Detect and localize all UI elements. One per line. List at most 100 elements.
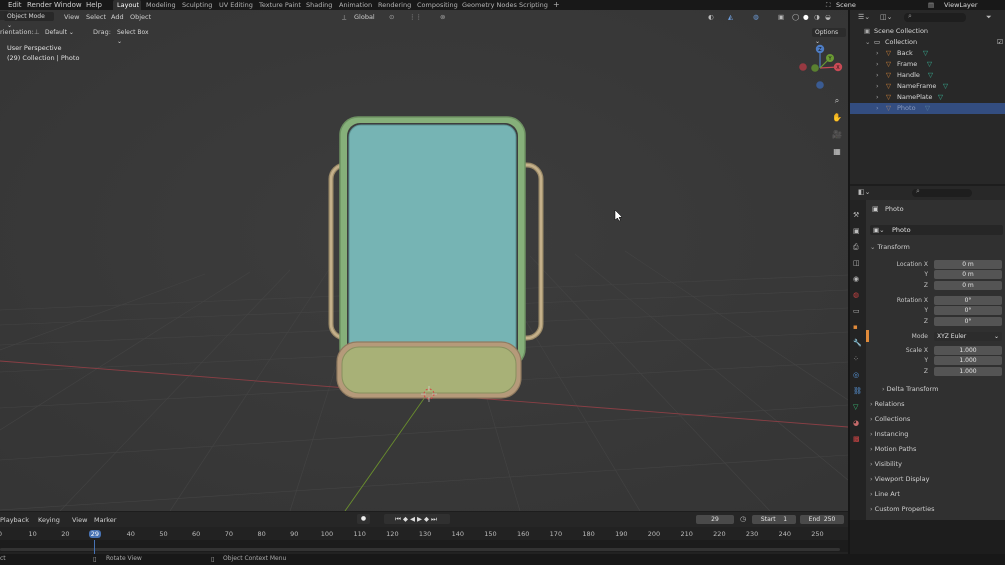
expand-chevron-icon[interactable]: › [876,70,879,81]
menu-view-timeline[interactable]: View [72,516,87,524]
view-layer-name[interactable]: ViewLayer [944,0,978,10]
expand-chevron-icon[interactable]: › [876,92,879,103]
rotation-z-field[interactable]: 0° [934,317,1002,326]
scale-x-field[interactable]: 1.000 [934,346,1002,355]
outliner-row-scene-collection[interactable]: ▣ Scene Collection [850,26,1005,37]
tab-layout[interactable]: Layout [117,0,139,10]
play-reverse-icon[interactable]: ◀ [410,515,417,523]
menu-render[interactable]: Render [27,0,52,10]
tab-compositing[interactable]: Compositing [417,0,458,10]
rotation-mode-dropdown[interactable]: XYZ Euler ⌄ [934,332,1002,341]
orientation-dropdown[interactable]: Default ⌄ [42,28,88,37]
tab-rendering[interactable]: Rendering [378,0,411,10]
modifier-tab-icon[interactable]: 🔧 [853,335,862,351]
zoom-icon[interactable]: ⌕ [830,92,844,109]
overlay-toggle-icon[interactable]: ◍ [753,12,759,22]
line-art-panel[interactable]: › Line Art [870,488,1003,501]
tab-modeling[interactable]: Modeling [146,0,176,10]
menu-edit[interactable]: Edit [8,0,22,10]
menu-keying[interactable]: Keying [38,516,60,524]
viewport-display-panel[interactable]: › Viewport Display [870,473,1003,486]
add-workspace-plus-icon[interactable]: + [553,0,560,10]
rendered-shading-icon[interactable]: ◒ [825,12,831,22]
wireframe-shading-icon[interactable]: ◯ [792,12,799,22]
scene-tab-icon[interactable]: ◉ [853,271,862,287]
particles-tab-icon[interactable]: ⁘ [853,351,862,367]
texture-tab-icon[interactable]: ▩ [853,431,862,447]
rotation-x-field[interactable]: 0° [934,296,1002,305]
menu-playback[interactable]: Playback [0,516,29,524]
expand-chevron-icon[interactable]: › [876,103,879,114]
location-y-field[interactable]: 0 m [934,270,1002,279]
scale-z-field[interactable]: 1.000 [934,367,1002,376]
scene-name[interactable]: Scene [836,0,856,10]
properties-editor-icon[interactable]: ◧⌄ [858,188,870,196]
visibility-panel[interactable]: › Visibility [870,458,1003,471]
tab-uv-editing[interactable]: UV Editing [219,0,253,10]
outliner-row-nameframe[interactable]: › ▽ NameFrame ▽ [850,81,1005,92]
data-tab-icon[interactable]: ▽ [853,399,862,415]
material-tab-icon[interactable]: ◕ [853,415,862,431]
menu-add[interactable]: Add [111,12,124,22]
expand-chevron-icon[interactable]: › [876,59,879,70]
tab-animation[interactable]: Animation [339,0,372,10]
expand-chevron-icon[interactable]: › [876,48,879,59]
tab-texture-paint[interactable]: Texture Paint [259,0,301,10]
display-mode-icon[interactable]: ◫⌄ [880,13,892,21]
collection-checkbox[interactable]: ☑ [997,37,1003,48]
menu-view[interactable]: View [64,12,79,22]
mode-dropdown[interactable]: Object Mode ⌄ [4,12,54,29]
collapse-chevron-icon[interactable]: ⌄ [865,37,870,48]
pivot-icon[interactable]: ⊙ [389,12,394,22]
render-tab-icon[interactable]: ▣ [853,223,862,239]
outliner-row-back[interactable]: › ▽ Back ▽ [850,48,1005,59]
object-tab-icon[interactable]: ▪ [853,319,862,335]
outliner-row-nameplate[interactable]: › ▽ NamePlate ▽ [850,92,1005,103]
menu-object[interactable]: Object [130,12,151,22]
next-keyframe-icon[interactable]: ◆ [424,515,431,523]
transform-panel-header[interactable]: ⌄ Transform [870,241,1003,254]
outliner-row-collection[interactable]: ⌄ ▭ Collection ☑ [850,37,1005,48]
timeline-scrollbar[interactable] [0,548,840,551]
gizmo-toggle-icon[interactable]: ◭ [728,12,733,22]
grid-ortho-icon[interactable]: ▦ [830,143,844,160]
visibility-icon[interactable]: ◐ [708,12,714,22]
world-tab-icon[interactable]: ◍ [853,287,862,303]
record-icon[interactable]: ● [357,514,370,524]
outliner-search-input[interactable]: ⌕ [904,12,966,22]
material-shading-icon[interactable]: ◑ [814,12,820,22]
filter-icon[interactable]: ⏷ [986,13,992,22]
outliner-editor-icon[interactable]: ☰⌄ [858,13,870,21]
tool-tab-icon[interactable]: ⚒ [853,207,862,223]
xray-icon[interactable]: ▣ [778,12,784,22]
prev-keyframe-icon[interactable]: ◆ [403,515,410,523]
transform-space[interactable]: Global [354,12,375,22]
tab-sculpting[interactable]: Sculpting [182,0,212,10]
tab-shading[interactable]: Shading [306,0,332,10]
scale-y-field[interactable]: 1.000 [934,356,1002,365]
menu-select[interactable]: Select [86,12,106,22]
proportional-edit-icon[interactable]: ⊚ [440,12,445,22]
end-frame-field[interactable]: End 250 [800,515,844,524]
drag-dropdown[interactable]: Select Box ⌄ [114,28,154,45]
jump-end-icon[interactable]: ⏭ [431,515,439,523]
tab-geometry-nodes[interactable]: Geometry Nodes [462,0,517,10]
expand-chevron-icon[interactable]: › [876,81,879,92]
location-x-field[interactable]: 0 m [934,260,1002,269]
outliner-row-photo[interactable]: › ▽ Photo ▽ [850,103,1005,114]
collection-tab-icon[interactable]: ▭ [853,303,862,319]
3d-viewport[interactable]: X Z Y [0,10,848,511]
relations-panel[interactable]: › Relations [870,398,1003,411]
collections-panel[interactable]: › Collections [870,413,1003,426]
snap-icon[interactable]: ⋮⋮ [409,12,422,22]
outliner-row-handle[interactable]: › ▽ Handle ▽ [850,70,1005,81]
properties-search-input[interactable]: ⌕ [912,187,972,197]
camera-view-icon[interactable]: 🎥 [830,126,844,143]
rotation-y-field[interactable]: 0° [934,306,1002,315]
tab-scripting[interactable]: Scripting [519,0,548,10]
options-dropdown[interactable]: Options ⌄ [812,28,846,45]
start-frame-field[interactable]: Start 1 [752,515,796,524]
constraints-tab-icon[interactable]: ⛓ [853,383,862,399]
play-icon[interactable]: ▶ [417,515,424,523]
jump-start-icon[interactable]: ⏮ [395,515,403,523]
